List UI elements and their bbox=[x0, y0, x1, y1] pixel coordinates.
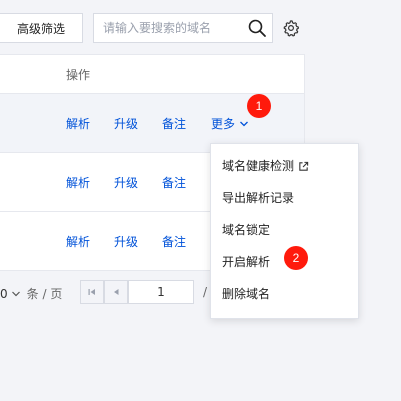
upgrade-link[interactable]: 升级 bbox=[114, 115, 138, 132]
resolve-link[interactable]: 解析 bbox=[66, 174, 90, 191]
menu-item-label: 导出解析记录 bbox=[222, 191, 295, 205]
resolve-link[interactable]: 解析 bbox=[66, 233, 90, 250]
first-page-button[interactable] bbox=[80, 280, 104, 304]
table-header: 操作 bbox=[0, 55, 304, 94]
remark-link[interactable]: 备注 bbox=[162, 174, 186, 191]
page-size-unit: 条 / 页 bbox=[26, 287, 63, 301]
page-size-select[interactable]: 0 条 / 页 bbox=[0, 285, 62, 302]
remark-link[interactable]: 备注 bbox=[162, 233, 186, 250]
column-header-actions: 操作 bbox=[66, 68, 91, 82]
search-box bbox=[93, 13, 273, 43]
page-number-input[interactable] bbox=[128, 280, 194, 304]
upgrade-link[interactable]: 升级 bbox=[114, 174, 138, 191]
menu-item-label: 开启解析 bbox=[222, 255, 271, 269]
chevron-down-icon bbox=[11, 291, 20, 296]
menu-item-domain-lock[interactable]: 域名锁定 bbox=[211, 214, 358, 246]
step-badge-1: 1 bbox=[247, 94, 271, 118]
menu-item-domain-health-check[interactable]: 域名健康检测 bbox=[211, 150, 358, 182]
search-input[interactable] bbox=[94, 15, 248, 41]
remark-link[interactable]: 备注 bbox=[162, 115, 186, 132]
page-separator: / bbox=[203, 285, 208, 299]
prev-page-button[interactable] bbox=[104, 280, 128, 304]
prev-page-icon bbox=[114, 289, 119, 295]
external-link-icon bbox=[299, 161, 309, 171]
menu-item-export-records[interactable]: 导出解析记录 bbox=[211, 182, 358, 214]
toolbar: 高级筛选 bbox=[0, 0, 401, 54]
step-badge-2: 2 bbox=[284, 246, 308, 270]
menu-item-delete-domain[interactable]: 删除域名 bbox=[211, 278, 358, 310]
gear-icon[interactable] bbox=[282, 19, 300, 37]
first-page-icon bbox=[88, 289, 95, 295]
chevron-down-icon bbox=[240, 121, 248, 126]
resolve-link[interactable]: 解析 bbox=[66, 115, 90, 132]
more-link[interactable]: 更多 bbox=[211, 115, 249, 132]
advanced-filter-button[interactable]: 高级筛选 bbox=[0, 13, 83, 43]
more-label: 更多 bbox=[211, 117, 236, 131]
upgrade-link[interactable]: 升级 bbox=[114, 233, 138, 250]
menu-item-label: 域名健康检测 bbox=[222, 159, 295, 173]
search-icon[interactable] bbox=[247, 18, 267, 38]
page-size-value: 0 bbox=[0, 286, 8, 301]
more-dropdown-menu: 域名健康检测 导出解析记录 域名锁定 开启解析 删除域名 bbox=[210, 143, 359, 319]
domain-list-page: 高级筛选 操作 解析 升级 备注 更多 bbox=[0, 0, 401, 401]
menu-item-label: 域名锁定 bbox=[222, 223, 271, 237]
menu-item-label: 删除域名 bbox=[222, 287, 271, 301]
